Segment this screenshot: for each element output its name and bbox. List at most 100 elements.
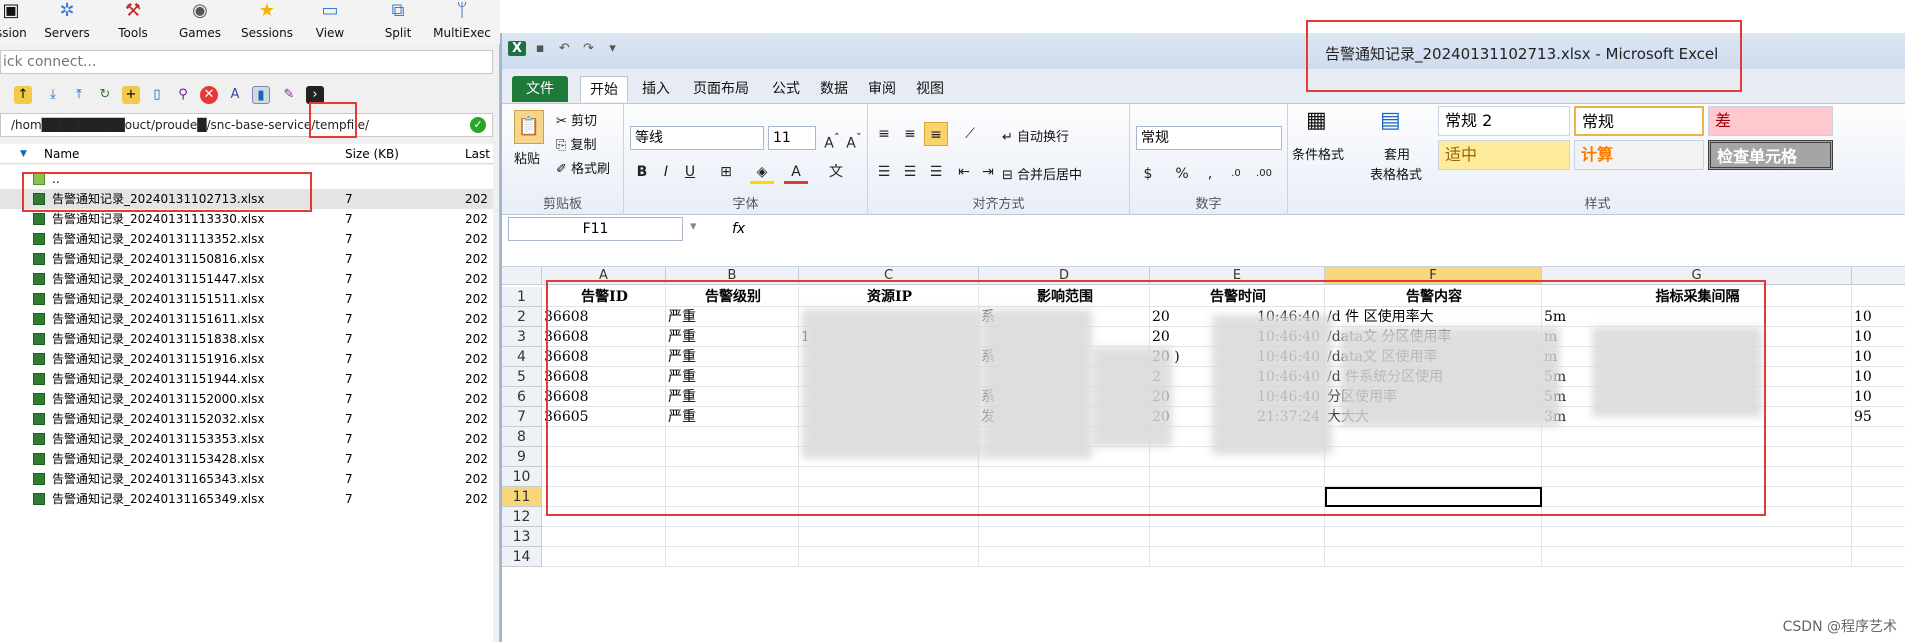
row-header[interactable]: 10 [502,467,542,487]
cell[interactable] [666,467,799,487]
rename-icon[interactable]: A [226,86,244,104]
comma-icon[interactable]: , [1198,162,1222,186]
cell[interactable] [666,527,799,547]
cell[interactable] [1325,547,1542,567]
cut-button[interactable]: ✂ 剪切 [556,110,597,129]
row-header[interactable]: 8 [502,427,542,447]
tab-file[interactable]: 文件 [512,76,568,102]
toolbar-games[interactable]: ◉ Games [172,0,228,44]
redo-icon[interactable]: ↷ [578,41,598,56]
file-row[interactable]: 告警通知记录_20240131153428.xlsx 7 202 [0,449,493,469]
cell[interactable] [979,507,1150,527]
cell[interactable] [1542,547,1852,567]
style-neutral[interactable]: 适中 [1438,140,1570,170]
border-icon[interactable]: ⊞ [714,160,738,184]
cell[interactable] [1325,467,1542,487]
undo-icon[interactable]: ↶ [554,41,574,56]
tab-data[interactable]: 数据 [814,76,854,102]
cell[interactable]: 严重 [666,347,799,367]
cell[interactable] [979,527,1150,547]
cell[interactable] [799,487,979,507]
pen-icon[interactable]: ✎ [280,86,298,104]
cell[interactable] [979,467,1150,487]
cell[interactable] [799,467,979,487]
row-header[interactable]: 5 [502,367,542,387]
increase-decimal-icon[interactable]: .0 [1224,162,1248,186]
cell[interactable] [1852,507,1905,527]
cell[interactable]: 严重 [666,307,799,327]
cell[interactable]: 严重 [666,407,799,427]
cell[interactable]: 严重 [666,387,799,407]
column-header[interactable]: C [799,267,979,285]
format-painter-button[interactable]: ✐ 格式刷 [556,158,610,177]
toolbar-session[interactable]: ▣ssion [0,0,27,44]
merge-center-button[interactable]: ⊟ 合并后居中 [1002,164,1082,183]
toolbar-multiexec[interactable]: ᛘ MultiExec [432,0,492,44]
cell[interactable]: 36608 [542,387,666,407]
file-row[interactable]: 告警通知记录_20240131151511.xlsx 7 202 [0,289,493,309]
style-normal[interactable]: 常规 [1574,106,1704,136]
align-left-icon[interactable]: ☰ [872,160,896,184]
save-icon[interactable]: ▪ [530,41,550,56]
cell[interactable] [799,527,979,547]
table-format-button-b[interactable]: 表格格式 [1370,164,1422,183]
cell[interactable] [1852,527,1905,547]
number-format-select[interactable]: 常规 [1136,126,1282,150]
tab-formulas[interactable]: 公式 [766,76,806,102]
tab-insert[interactable]: 插入 [636,76,676,102]
cell[interactable]: 5m [1542,307,1852,327]
cell[interactable] [1325,447,1542,467]
column-header[interactable]: D [979,267,1150,285]
cell[interactable] [542,467,666,487]
download-icon[interactable]: ⤓ [44,86,62,104]
bold-icon[interactable]: B [630,160,654,184]
file-row[interactable]: 告警通知记录_20240131151838.xlsx 7 202 [0,329,493,349]
cell[interactable] [1852,287,1905,307]
align-bottom-icon[interactable]: ≡ [924,122,948,146]
cell[interactable] [1542,467,1852,487]
cell[interactable] [1852,467,1905,487]
decrease-indent-icon[interactable]: ⇤ [952,160,976,184]
refresh-icon[interactable]: ↻ [96,86,114,104]
cell[interactable] [1542,427,1852,447]
style-calculation[interactable]: 计算 [1574,140,1704,170]
cell[interactable] [979,547,1150,567]
tab-home[interactable]: 开始 [580,76,628,102]
namebox-dropdown-icon[interactable]: ▾ [690,219,697,234]
toolbar-servers[interactable]: ✲ Servers [36,0,98,44]
cell[interactable]: 10 [1852,347,1905,367]
tab-page-layout[interactable]: 页面布局 [686,76,756,102]
paste-icon[interactable]: 📋 [514,110,544,144]
upload-icon[interactable]: ⤒ [70,86,88,104]
column-header[interactable]: G [1542,267,1852,285]
cell[interactable] [542,487,666,507]
cell[interactable] [1852,447,1905,467]
column-header[interactable]: A [542,267,666,285]
cell[interactable]: /d 件 区使用率大 [1325,307,1542,327]
folder-up-icon[interactable]: ↑ [14,86,32,104]
row-header[interactable]: 13 [502,527,542,547]
tab-review[interactable]: 审阅 [862,76,902,102]
cell[interactable]: 严重 [666,327,799,347]
cell[interactable]: 36608 [542,307,666,327]
qat-dropdown-icon[interactable]: ▾ [603,41,623,56]
cell[interactable] [799,547,979,567]
parent-dir-row[interactable]: .. [0,169,493,189]
select-all-corner[interactable] [502,267,542,285]
remote-path-field[interactable]: /hom█████████ouct/proude█/snc-base-servi… [0,113,493,137]
active-cell-f11[interactable] [1325,487,1542,507]
delete-icon[interactable]: ✕ [200,86,218,104]
new-folder-icon[interactable]: + [122,86,140,104]
file-row[interactable]: 告警通知记录_20240131151611.xlsx 7 202 [0,309,493,329]
new-file-icon[interactable]: ▯ [148,86,166,104]
column-header[interactable]: E [1150,267,1325,285]
header-cell[interactable]: 告警ID [542,287,666,307]
table-format-button-a[interactable]: 套用 [1384,144,1410,163]
cell[interactable] [1542,527,1852,547]
align-top-icon[interactable]: ≡ [872,122,896,146]
cell[interactable] [1150,507,1325,527]
row-header[interactable]: 7 [502,407,542,427]
cell[interactable] [1325,427,1542,447]
header-cell[interactable]: 告警时间 [1150,287,1325,307]
cell[interactable] [979,487,1150,507]
